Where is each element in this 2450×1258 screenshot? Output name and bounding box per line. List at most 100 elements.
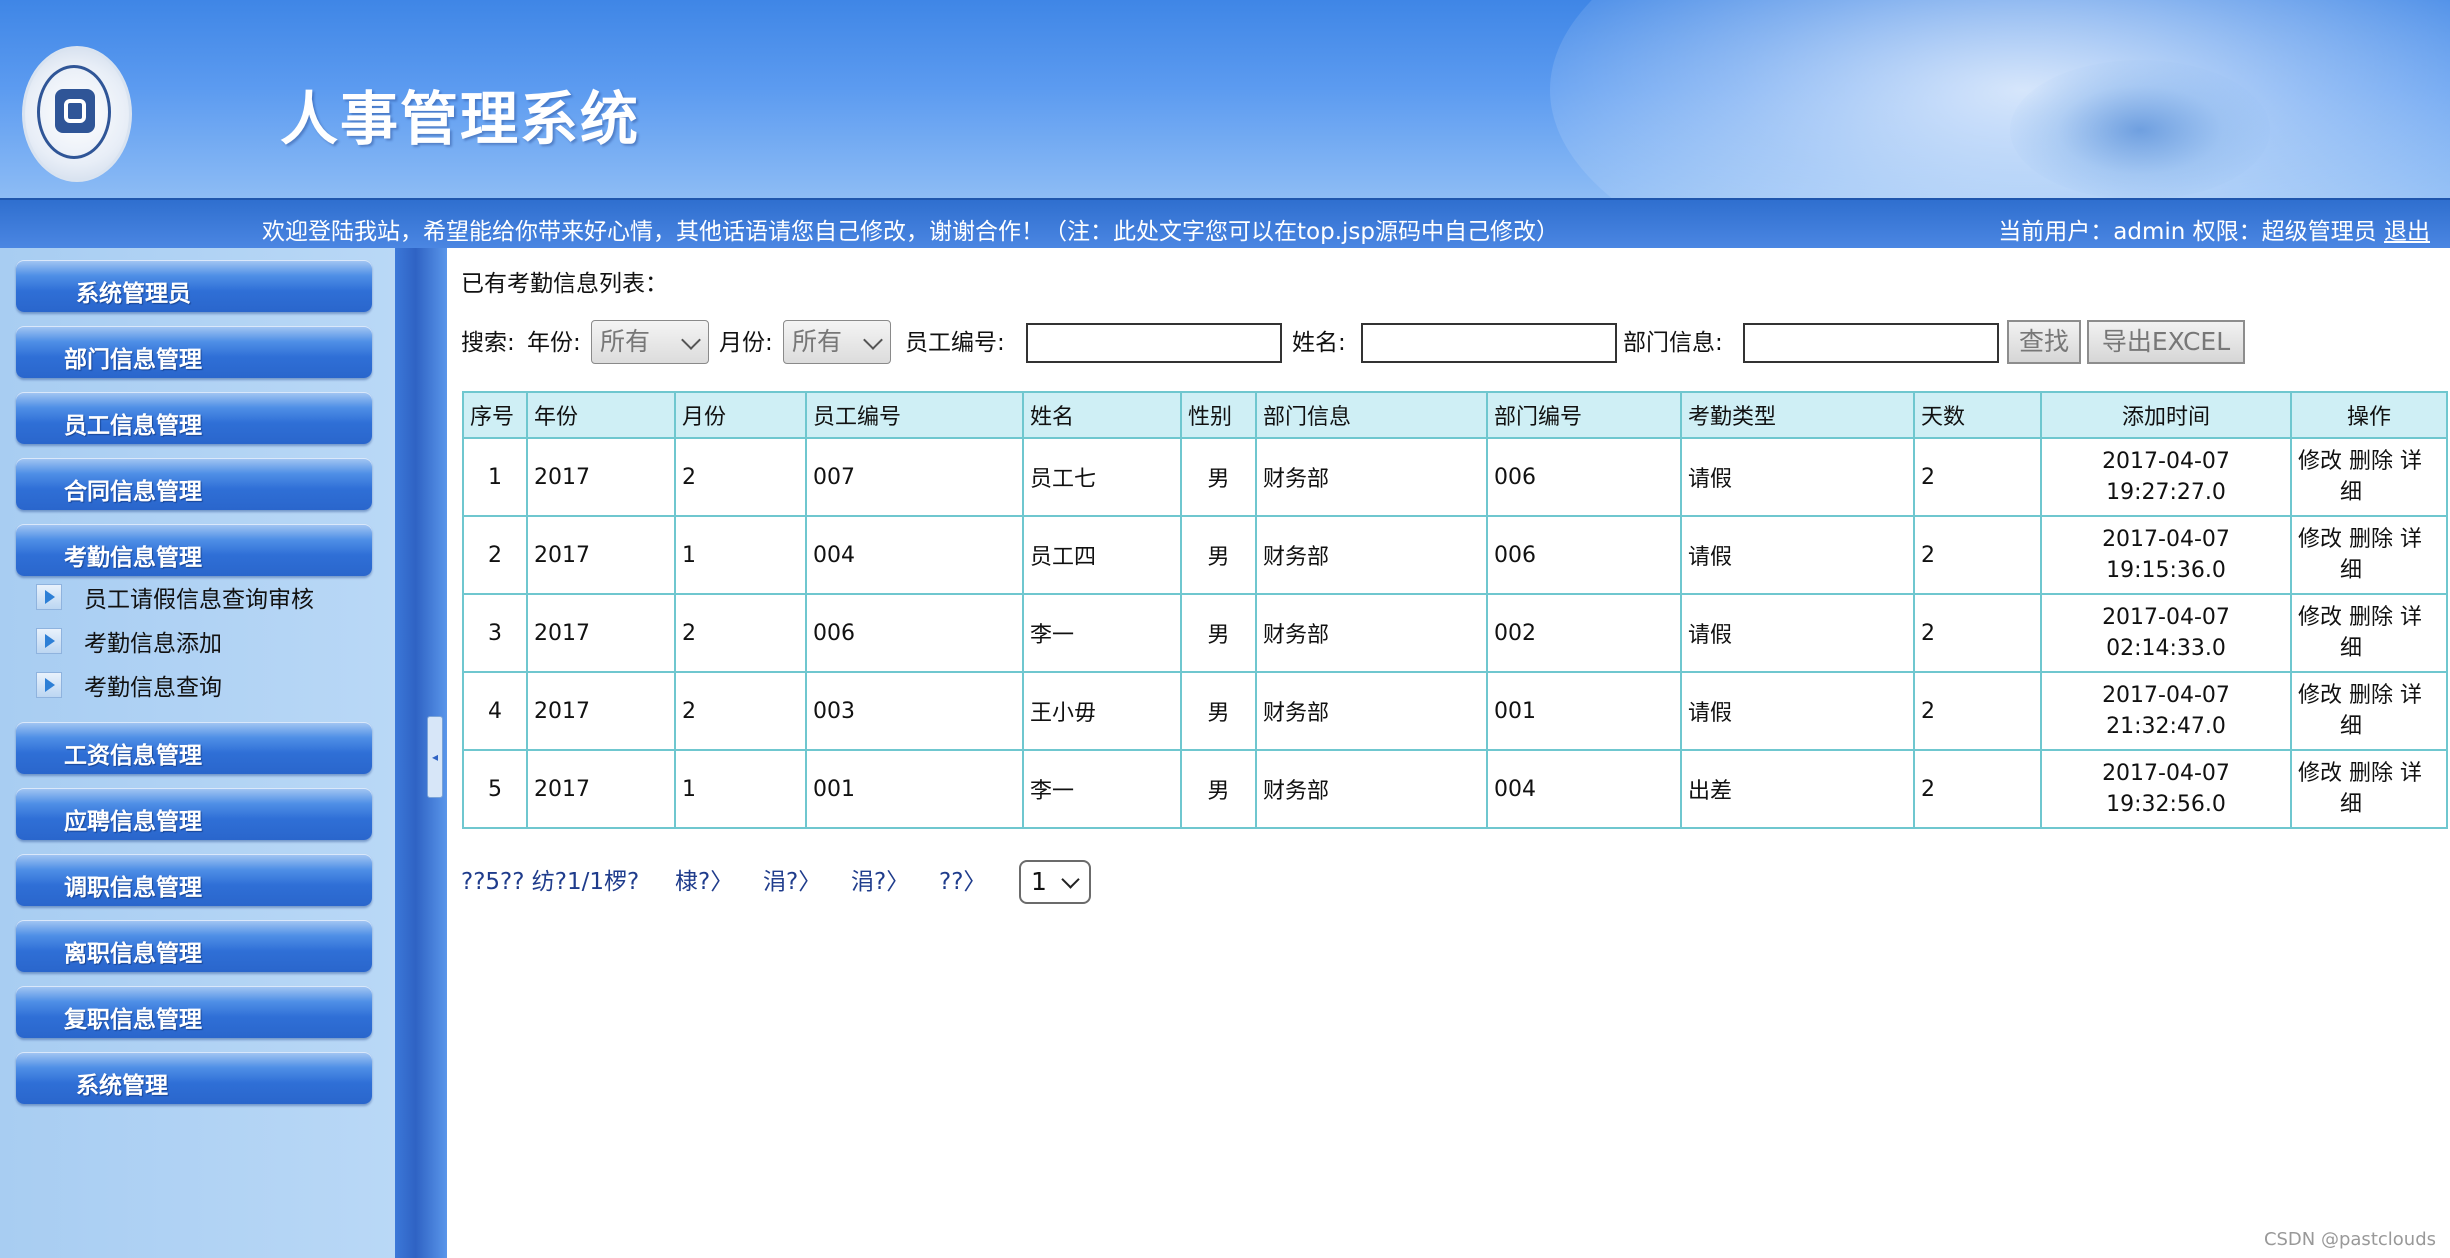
collapse-toggle-icon[interactable]: ◂ [427, 716, 443, 798]
menu-system-admin[interactable]: 系统管理员 [16, 260, 372, 312]
submenu-label: 员工请假信息查询审核 [84, 587, 314, 613]
department-label: 部门信息: [1623, 330, 1723, 356]
pager-next-link[interactable]: 涓?〉 [851, 860, 909, 904]
sidebar-splitter[interactable]: ◂ [395, 248, 447, 1258]
cell-no: 2 [462, 515, 528, 595]
col-header: 姓名 [1022, 391, 1182, 439]
name-label: 姓名: [1292, 330, 1346, 356]
user-info: 当前用户：admin 权限：超级管理员 退出 [1998, 212, 2430, 246]
submenu-label: 考勤信息添加 [84, 631, 222, 657]
cell-no: 4 [462, 671, 528, 751]
cell-employee-no: 001 [805, 749, 1024, 829]
submenu-label: 考勤信息查询 [84, 675, 222, 701]
cell-month: 2 [674, 593, 807, 673]
cell-department-no: 001 [1486, 671, 1682, 751]
name-input[interactable] [1361, 323, 1617, 363]
cell-days: 2 [1913, 437, 2042, 517]
detail-link-text: 细 [2340, 636, 2363, 661]
pager-first-link[interactable]: 棣?〉 [675, 860, 733, 904]
added-clock: 19:27:27.0 [2106, 480, 2226, 505]
col-header: 序号 [462, 391, 528, 439]
delete-link[interactable]: 删除 [2349, 605, 2393, 630]
cell-name: 员工四 [1022, 515, 1182, 595]
cell-department: 财务部 [1255, 593, 1488, 673]
cell-added-time: 2017-04-07 19:32:56.0 [2040, 749, 2292, 829]
edit-link[interactable]: 修改 [2298, 449, 2342, 474]
menu-recruitment[interactable]: 应聘信息管理 [16, 788, 372, 840]
submenu-attendance-add[interactable]: 考勤信息添加 [36, 624, 222, 660]
page-select[interactable]: 1 [1019, 860, 1091, 904]
added-date: 2017-04-07 [2102, 449, 2230, 474]
delete-link[interactable]: 删除 [2349, 527, 2393, 552]
edit-link[interactable]: 修改 [2298, 683, 2342, 708]
menu-department[interactable]: 部门信息管理 [16, 326, 372, 378]
menu-label: 合同信息管理 [64, 479, 202, 505]
month-select[interactable]: 所有 [783, 320, 891, 364]
department-input[interactable] [1743, 323, 1999, 363]
col-header: 年份 [526, 391, 676, 439]
menu-label: 应聘信息管理 [64, 809, 202, 835]
employee-no-label: 员工编号: [905, 330, 1005, 356]
table-header-row: 序号 年份 月份 员工编号 姓名 性别 部门信息 部门编号 考勤类型 天数 添加… [462, 391, 2448, 439]
search-label: 搜索: [461, 330, 515, 356]
cell-employee-no: 004 [805, 515, 1024, 595]
export-excel-button[interactable]: 导出EXCEL [2087, 320, 2245, 364]
cell-department: 财务部 [1255, 671, 1488, 751]
cell-added-time: 2017-04-07 21:32:47.0 [2040, 671, 2292, 751]
banner-decoration-eye [2010, 60, 2270, 198]
cell-type: 请假 [1680, 671, 1915, 751]
submenu-attendance-query[interactable]: 考勤信息查询 [36, 668, 222, 704]
menu-transfer[interactable]: 调职信息管理 [16, 854, 372, 906]
cell-department-no: 004 [1486, 749, 1682, 829]
detail-link-text: 详 [2400, 683, 2423, 708]
cell-gender: 男 [1180, 437, 1257, 517]
menu-label: 调职信息管理 [64, 875, 202, 901]
edit-link[interactable]: 修改 [2298, 761, 2342, 786]
cell-year: 2017 [526, 749, 676, 829]
detail-link-text: 详 [2400, 449, 2423, 474]
table-body: 1 2017 2 007 员工七 男 财务部 006 请假 2 2017-04-… [462, 437, 2448, 829]
year-select-value: 所有 [600, 327, 651, 356]
menu-label: 考勤信息管理 [64, 545, 202, 571]
pager-last-link[interactable]: ??〉 [939, 860, 986, 904]
edit-link[interactable]: 修改 [2298, 527, 2342, 552]
year-select[interactable]: 所有 [591, 320, 709, 364]
cell-added-time: 2017-04-07 02:14:33.0 [2040, 593, 2292, 673]
menu-employee[interactable]: 员工信息管理 [16, 392, 372, 444]
cell-department-no: 006 [1486, 515, 1682, 595]
menu-label: 员工信息管理 [64, 413, 202, 439]
cell-employee-no: 006 [805, 593, 1024, 673]
top-info-bar: 欢迎登陆我站，希望能给你带来好心情，其他话语请您自己修改，谢谢合作！（注：此处文… [0, 198, 2450, 248]
menu-salary[interactable]: 工资信息管理 [16, 722, 372, 774]
chevron-down-icon [681, 330, 701, 350]
employee-no-input[interactable] [1026, 323, 1282, 363]
cell-added-time: 2017-04-07 19:27:27.0 [2040, 437, 2292, 517]
find-button[interactable]: 查找 [2007, 320, 2081, 364]
menu-reinstatement[interactable]: 复职信息管理 [16, 986, 372, 1038]
added-date: 2017-04-07 [2102, 761, 2230, 786]
cell-days: 2 [1913, 671, 2042, 751]
menu-contract[interactable]: 合同信息管理 [16, 458, 372, 510]
edit-link[interactable]: 修改 [2298, 605, 2342, 630]
menu-label: 部门信息管理 [64, 347, 202, 373]
added-clock: 19:15:36.0 [2106, 558, 2226, 583]
pager-prev-link[interactable]: 涓?〉 [763, 860, 821, 904]
menu-system-management[interactable]: 系统管理 [16, 1052, 372, 1104]
month-label: 月份: [719, 330, 773, 356]
menu-label: 离职信息管理 [64, 941, 202, 967]
cell-year: 2017 [526, 671, 676, 751]
menu-resignation[interactable]: 离职信息管理 [16, 920, 372, 972]
col-header: 操作 [2290, 391, 2448, 439]
logout-link[interactable]: 退出 [2384, 219, 2430, 245]
cell-year: 2017 [526, 515, 676, 595]
submenu-leave-review[interactable]: 员工请假信息查询审核 [36, 580, 314, 616]
menu-attendance[interactable]: 考勤信息管理 [16, 524, 372, 576]
delete-link[interactable]: 删除 [2349, 683, 2393, 708]
cell-actions: 修改 删除 详细 [2290, 515, 2448, 595]
cell-employee-no: 007 [805, 437, 1024, 517]
delete-link[interactable]: 删除 [2349, 449, 2393, 474]
cell-type: 请假 [1680, 593, 1915, 673]
delete-link[interactable]: 删除 [2349, 761, 2393, 786]
cell-type: 请假 [1680, 437, 1915, 517]
col-header: 部门编号 [1486, 391, 1682, 439]
